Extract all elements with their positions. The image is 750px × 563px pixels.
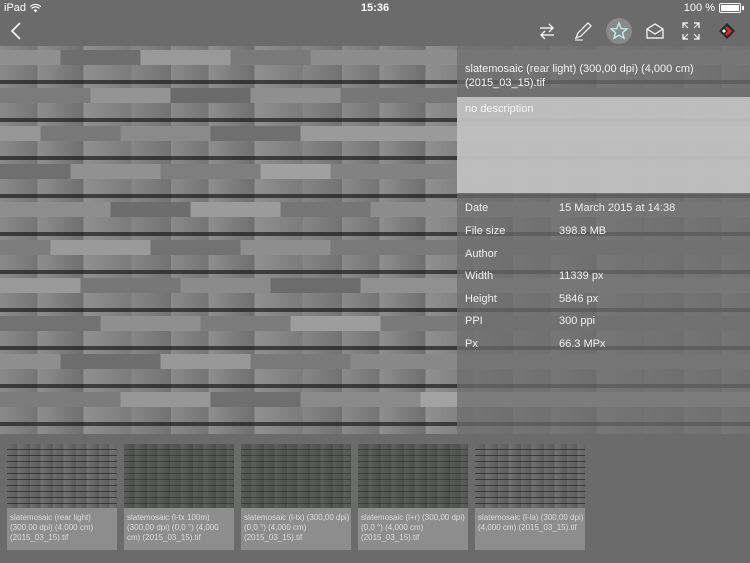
meta-row-height: Height 5846 px — [457, 293, 750, 311]
star-icon — [609, 21, 629, 40]
meta-label: Height — [465, 293, 497, 305]
favorite-button[interactable] — [606, 18, 632, 44]
thumbnail-label: slatemosaic (l-la) (300,00 dpi) (4,000 c… — [478, 513, 584, 532]
thumbnail-label: slatemosaic (l-tx) (300,00 dpi) (0,0 °) … — [244, 513, 350, 542]
thumbnail-label: slatemosaic (rear light) (300,00 dpi) (4… — [10, 513, 94, 542]
thumbnail-image — [124, 444, 234, 508]
meta-row-file-size: File size 398.8 MB — [457, 225, 750, 243]
battery-icon — [719, 3, 741, 13]
thumbnail-item[interactable]: slatemosaic (l-la) (300,00 dpi) (4,000 c… — [475, 444, 585, 550]
meta-row-width: Width 11339 px — [457, 270, 750, 288]
swap-arrows-icon — [540, 23, 554, 40]
battery-nub — [742, 6, 744, 10]
meta-value: 300 ppi — [559, 315, 596, 327]
file-title: slatemosaic (rear light) (300,00 dpi) (4… — [465, 63, 694, 89]
app-logo-icon — [719, 23, 735, 39]
meta-label: Author — [465, 248, 498, 260]
mail-icon — [646, 23, 664, 39]
thumbnail-image — [358, 444, 468, 508]
meta-label: File size — [465, 225, 506, 237]
mail-button[interactable] — [642, 18, 668, 44]
thumbnail-label: slatemosaic (l-tx 100m) (300,00 dpi) (0,… — [127, 513, 219, 542]
status-right: 100 % — [684, 2, 744, 14]
chevron-left-icon — [10, 22, 21, 40]
meta-label: Date — [465, 202, 489, 214]
status-bar: iPad 15:36 100 % — [0, 0, 750, 16]
thumbnail-image — [475, 444, 585, 508]
description-box[interactable]: no description — [457, 97, 750, 193]
thumbnail-image — [7, 444, 117, 508]
annotate-button[interactable] — [570, 18, 596, 44]
battery-percent: 100 % — [683, 2, 715, 14]
pen-icon — [574, 22, 592, 41]
info-panel: slatemosaic (rear light) (300,00 dpi) (4… — [457, 46, 750, 434]
back-button[interactable] — [4, 18, 30, 44]
meta-value: 15 March 2015 at 14:38 — [559, 202, 676, 214]
meta-value: 398.8 MB — [559, 225, 607, 237]
meta-value: 66.3 MPx — [559, 338, 606, 350]
meta-row-date: Date 15 March 2015 at 14:38 — [457, 202, 750, 220]
status-time: 15:36 — [360, 2, 390, 14]
meta-row-ppi: PPI 300 ppi — [457, 315, 750, 333]
meta-label: Width — [465, 270, 494, 282]
meta-value: 5846 px — [559, 293, 599, 305]
thumbnail-item[interactable]: slatemosaic (rear light) (300,00 dpi) (4… — [7, 444, 117, 550]
thumbnail-item[interactable]: slatemosaic (l-tx 100m) (300,00 dpi) (0,… — [124, 444, 234, 550]
fullscreen-icon — [682, 22, 700, 40]
meta-row-author: Author — [457, 248, 750, 266]
thumbnail-item[interactable]: slatemosaic (l-tx) (300,00 dpi) (0,0 °) … — [241, 444, 351, 550]
thumbnail-image — [241, 444, 351, 508]
thumbnail-item[interactable]: slatemosaic (l+r) (300,00 dpi) (0,0 °) (… — [358, 444, 468, 550]
swap-button[interactable] — [534, 18, 560, 44]
thumbnail-strip: slatemosaic (rear light) (300,00 dpi) (4… — [0, 434, 750, 563]
meta-label: PPI — [465, 315, 483, 327]
meta-label: Px — [465, 338, 478, 350]
navigation-bar — [0, 16, 750, 46]
app-logo-button[interactable] — [714, 18, 740, 44]
fullscreen-button[interactable] — [678, 18, 704, 44]
description-text: no description — [465, 103, 534, 115]
meta-row-px: Px 66.3 MPx — [457, 338, 750, 356]
meta-value: 11339 px — [559, 270, 604, 282]
thumbnail-label: slatemosaic (l+r) (300,00 dpi) (0,0 °) (… — [361, 513, 465, 542]
